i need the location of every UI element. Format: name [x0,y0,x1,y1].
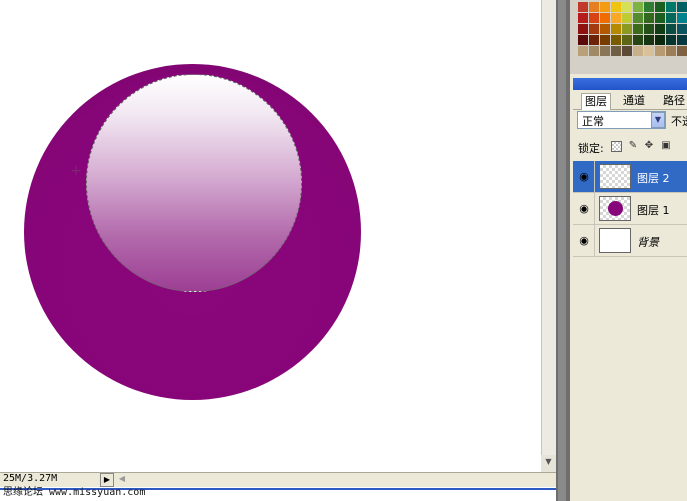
color-swatch[interactable] [578,35,588,45]
color-swatch[interactable] [666,46,676,56]
color-swatch[interactable] [677,35,687,45]
color-swatch[interactable] [644,13,654,23]
color-swatch[interactable] [611,24,621,34]
color-swatch[interactable] [655,35,665,45]
color-swatch[interactable] [622,46,632,56]
color-swatch[interactable] [677,2,687,12]
color-swatch[interactable] [633,13,643,23]
color-swatch[interactable] [666,2,676,12]
eye-icon[interactable]: ◉ [577,171,591,183]
layer-thumbnail [599,228,631,253]
color-swatch[interactable] [633,2,643,12]
color-swatch[interactable] [677,13,687,23]
layer-thumbnail [599,196,631,221]
eye-icon[interactable]: ◉ [577,203,591,215]
color-swatch[interactable] [578,13,588,23]
chevron-down-icon[interactable]: ▼ [651,112,665,128]
color-swatch[interactable] [644,2,654,12]
color-swatch[interactable] [633,46,643,56]
lock-all-icon[interactable]: ▣ [660,140,672,152]
visibility-cell[interactable]: ◉ [573,193,595,224]
lock-move-icon[interactable]: ✥ [643,140,655,152]
color-swatch[interactable] [655,46,665,56]
lock-label: 锁定: [578,142,604,155]
layer-name: 图层 2 [637,172,670,185]
visibility-cell[interactable]: ◉ [573,161,595,192]
layer-name: 图层 1 [637,204,670,217]
lock-paint-brush-icon[interactable]: ✎ [627,140,639,152]
color-swatch[interactable] [600,2,610,12]
layer-row-layer2[interactable]: ◉ 图层 2 [573,161,687,193]
color-swatch[interactable] [644,24,654,34]
tab-channels[interactable]: 通道 [620,93,648,109]
color-swatch[interactable] [611,13,621,23]
layer-name: 背景 [637,236,659,249]
eye-icon[interactable]: ◉ [577,235,591,247]
color-swatch[interactable] [677,24,687,34]
layer-row-layer1[interactable]: ◉ 图层 1 [573,193,687,225]
visibility-cell[interactable]: ◉ [573,225,595,256]
color-swatch[interactable] [622,2,632,12]
highlight-selection-layer2 [86,74,302,292]
color-swatch[interactable] [589,35,599,45]
color-swatch[interactable] [611,46,621,56]
panel-separator-inner [558,0,566,501]
tab-paths[interactable]: 路径 [660,93,687,109]
watermark-text: 思缘论坛 www.missyuan.com [3,487,146,498]
color-swatch[interactable] [589,24,599,34]
color-swatch[interactable] [633,35,643,45]
layer-row-background[interactable]: ◉ 背景 [573,225,687,257]
layers-panel [570,74,687,501]
color-swatch[interactable] [600,35,610,45]
color-swatch[interactable] [666,13,676,23]
color-swatch[interactable] [600,46,610,56]
color-swatch[interactable] [655,2,665,12]
color-swatch[interactable] [666,35,676,45]
tab-layers[interactable]: 图层 [581,93,611,110]
color-swatch[interactable] [578,46,588,56]
color-swatch[interactable] [666,24,676,34]
color-swatch[interactable] [633,24,643,34]
color-swatch[interactable] [655,13,665,23]
color-swatch[interactable] [589,46,599,56]
lock-transparent-icon[interactable] [611,141,622,152]
orb-thumbnail-icon [608,201,623,216]
color-swatch[interactable] [578,24,588,34]
color-swatch[interactable] [677,46,687,56]
color-swatch[interactable] [622,35,632,45]
canvas-vertical-scrollbar[interactable] [541,0,557,472]
color-swatch[interactable] [655,24,665,34]
color-swatch[interactable] [611,2,621,12]
opacity-label: 不透 [671,115,687,128]
color-swatch[interactable] [600,13,610,23]
color-swatch[interactable] [578,2,588,12]
color-swatch[interactable] [622,24,632,34]
color-swatch[interactable] [611,35,621,45]
color-swatch[interactable] [644,35,654,45]
blend-mode-value: 正常 [582,115,604,128]
color-swatch[interactable] [600,24,610,34]
color-swatch[interactable] [589,2,599,12]
layers-panel-titlebar[interactable] [573,78,687,90]
color-swatch[interactable] [622,13,632,23]
layer-thumbnail [599,164,631,189]
scroll-down-icon[interactable]: ▼ [541,455,556,469]
color-swatch[interactable] [589,13,599,23]
crosshair-cursor-icon: + [70,163,82,179]
color-swatch[interactable] [644,46,654,56]
